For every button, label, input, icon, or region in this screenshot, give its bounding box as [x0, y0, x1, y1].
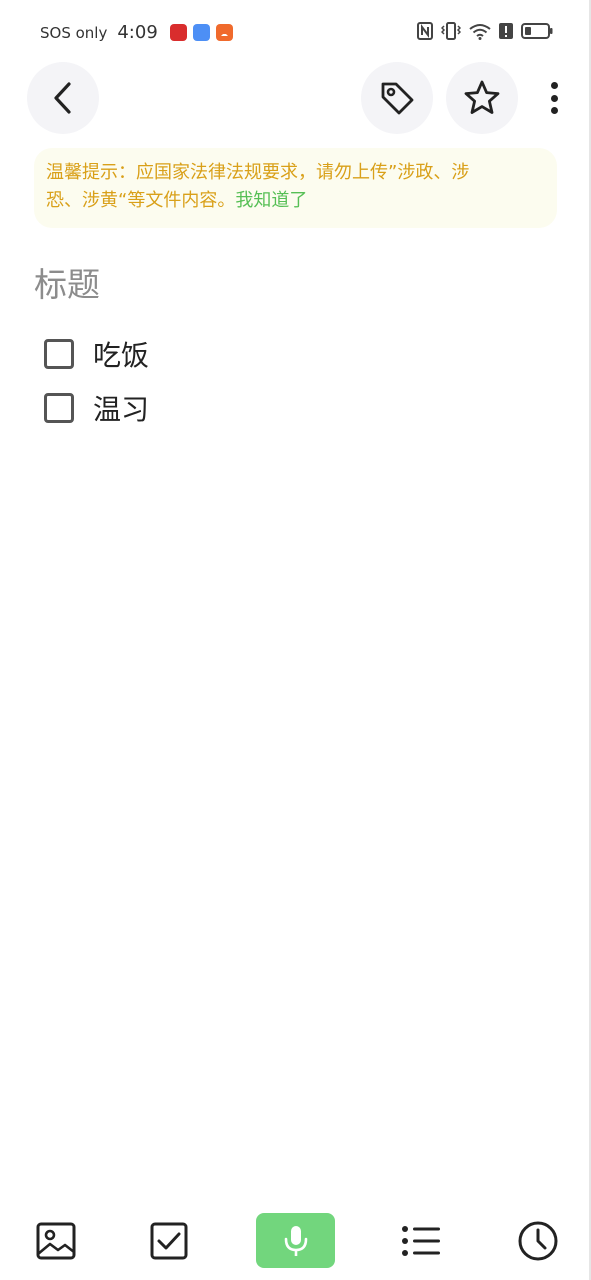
checklist-icon [150, 1222, 188, 1260]
more-icon-dot [550, 107, 558, 114]
status-right [417, 22, 553, 40]
blue-app-icon [192, 24, 210, 41]
checkbox[interactable] [44, 339, 74, 369]
bottom-toolbar [0, 1205, 591, 1275]
notice-line-2: 恐、涉黄“等文件内容。我知道了 [46, 187, 545, 215]
acknowledge-link[interactable]: 我知道了 [235, 190, 307, 211]
bullet-list-icon [402, 1226, 440, 1256]
back-button[interactable] [27, 62, 99, 134]
image-icon [36, 1222, 76, 1260]
checklist-item-text[interactable]: 温习 [93, 388, 149, 428]
status-time: 4:09 [117, 22, 158, 43]
battery-icon [521, 23, 553, 39]
reminder-button[interactable] [510, 1213, 566, 1269]
insert-image-button[interactable] [28, 1213, 84, 1269]
clock-icon [518, 1221, 558, 1261]
microphone-icon [284, 1225, 307, 1256]
back-icon [54, 82, 71, 114]
more-icon-dot [550, 82, 558, 89]
notice-line-1: 温馨提示：应国家法律法规要求，请勿上传”涉政、涉 [46, 162, 470, 183]
star-icon [464, 80, 500, 114]
voice-input-button[interactable] [256, 1213, 335, 1268]
status-bar: SOS only 4:09 [0, 0, 591, 64]
more-options-button[interactable] [540, 78, 568, 118]
carrier-text: SOS only [40, 23, 108, 42]
tag-button[interactable] [361, 62, 433, 134]
checklist-item: 温习 [44, 388, 149, 428]
vibrate-icon [441, 22, 461, 40]
status-left: SOS only 4:09 [40, 22, 233, 43]
checkbox[interactable] [44, 393, 74, 423]
checklist-item-text[interactable]: 吃饭 [93, 334, 149, 374]
alert-icon [499, 23, 513, 39]
notice-text: 恐、涉黄“等文件内容。 [46, 190, 236, 211]
nfc-icon [417, 22, 433, 40]
favorite-button[interactable] [446, 62, 518, 134]
tag-icon [381, 82, 414, 115]
note-title-input[interactable]: 标题 [34, 258, 100, 306]
red-app-icon [169, 24, 187, 41]
wifi-icon [469, 24, 491, 40]
notice-banner: 温馨提示：应国家法律法规要求，请勿上传”涉政、涉 恐、涉黄“等文件内容。我知道了 [34, 148, 557, 228]
insert-list-button[interactable] [393, 1213, 449, 1269]
insert-checklist-button[interactable] [141, 1213, 197, 1269]
more-icon-dot [550, 94, 558, 102]
checklist-item: 吃饭 [44, 334, 149, 374]
download-icon [215, 24, 233, 41]
